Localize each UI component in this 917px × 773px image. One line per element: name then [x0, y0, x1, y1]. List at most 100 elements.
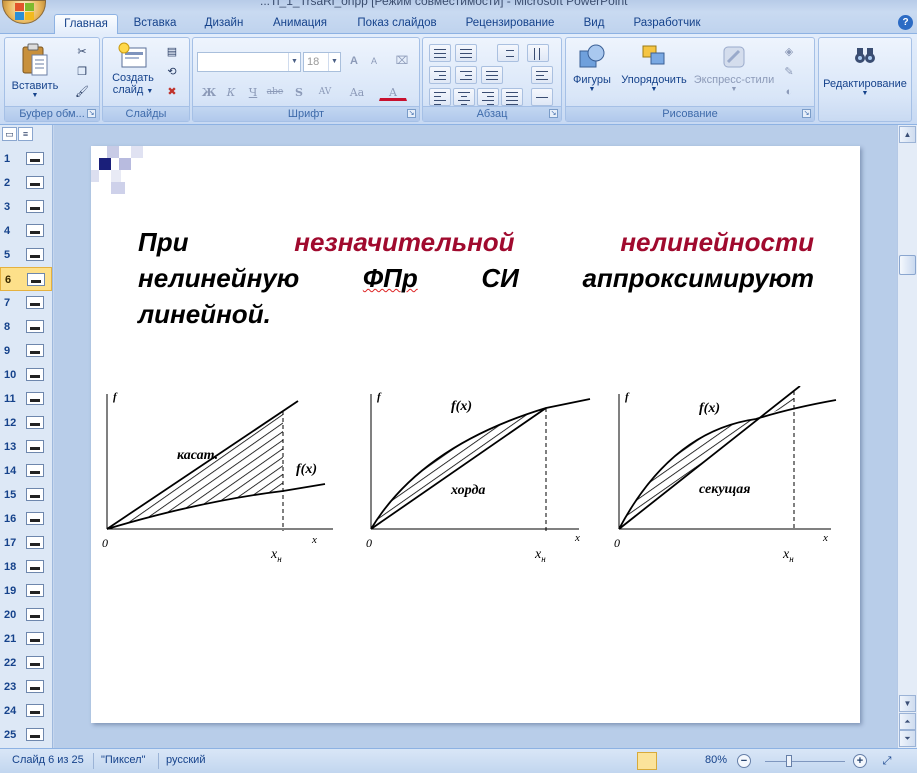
slide-thumbnail-item[interactable]: 23: [0, 675, 52, 699]
slide-thumbnail[interactable]: [26, 464, 44, 477]
slide-thumbnail[interactable]: [26, 224, 44, 237]
slide-thumbnail[interactable]: [26, 392, 44, 405]
editing-button[interactable]: Редактирование ▼: [821, 44, 909, 97]
justify-icon[interactable]: [501, 88, 523, 106]
slide-thumbnail[interactable]: [26, 152, 44, 165]
clipboard-launcher[interactable]: ↘: [87, 109, 96, 118]
increase-indent-icon[interactable]: [455, 66, 477, 84]
tab-insert[interactable]: Вставка: [124, 14, 186, 34]
tab-view[interactable]: Вид: [574, 14, 614, 34]
slide-thumbnail-item[interactable]: 12: [0, 411, 52, 435]
slide-thumbnail-item[interactable]: 7: [0, 291, 52, 315]
slide-thumbnail-item[interactable]: 17: [0, 531, 52, 555]
reset-slide-icon[interactable]: ⟲: [163, 64, 181, 80]
slide-thumbnail-item[interactable]: 9: [0, 339, 52, 363]
next-slide-icon[interactable]: ⏷: [899, 730, 916, 747]
format-painter-icon[interactable]: 🖌: [73, 84, 91, 100]
zoom-in-icon[interactable]: +: [853, 754, 867, 768]
paste-button[interactable]: Вставить ▼: [11, 42, 59, 99]
slide-thumbnail-item[interactable]: 4: [0, 219, 52, 243]
layout-icon[interactable]: ▤: [163, 44, 181, 60]
shape-effects-icon[interactable]: ◐: [780, 84, 798, 100]
numbering-icon[interactable]: [455, 44, 477, 62]
bullets-icon[interactable]: [429, 44, 451, 62]
bold-button[interactable]: Ж: [199, 83, 219, 101]
slide-thumbnail-item[interactable]: 24: [0, 699, 52, 723]
slide-thumbnail-item[interactable]: 18: [0, 555, 52, 579]
new-slide-dropdown-icon[interactable]: ▼: [146, 88, 153, 95]
tab-developer[interactable]: Разработчик: [622, 14, 712, 34]
paragraph-launcher[interactable]: ↘: [549, 109, 558, 118]
status-language[interactable]: русский: [166, 754, 205, 766]
tab-animation[interactable]: Анимация: [262, 14, 338, 34]
slide-thumbnail[interactable]: [26, 704, 44, 717]
smartart-icon[interactable]: [531, 88, 553, 106]
slide-thumbnail[interactable]: [26, 320, 44, 333]
slide-canvas[interactable]: При незначительной нелинейности нелинейн…: [91, 146, 860, 723]
slide-thumbnail-item[interactable]: 22: [0, 651, 52, 675]
zoom-slider-track[interactable]: [765, 761, 845, 762]
slide-thumbnail-item[interactable]: 8: [0, 315, 52, 339]
line-spacing-icon[interactable]: [497, 44, 519, 62]
font-size-combo[interactable]: 18 ▼: [303, 52, 341, 72]
decrease-indent-icon[interactable]: [429, 66, 451, 84]
cut-icon[interactable]: ✂: [73, 44, 91, 60]
font-color-button[interactable]: A: [379, 83, 407, 101]
tab-review[interactable]: Рецензирование: [454, 14, 566, 34]
font-launcher[interactable]: ↘: [407, 109, 416, 118]
slide-thumbnail[interactable]: [26, 200, 44, 213]
slide-thumbnail-item[interactable]: 13: [0, 435, 52, 459]
zoom-level[interactable]: 80%: [705, 754, 727, 766]
slide-thumbnail[interactable]: [26, 512, 44, 525]
slide-thumbnail[interactable]: [27, 273, 45, 286]
shape-fill-icon[interactable]: ◈: [780, 44, 798, 60]
copy-icon[interactable]: ❐: [73, 64, 91, 80]
slides-tab-icon[interactable]: ▭: [2, 127, 17, 141]
shape-outline-icon[interactable]: ✎: [780, 64, 798, 80]
slide-thumbnail-item[interactable]: 21: [0, 627, 52, 651]
normal-view-icon[interactable]: [637, 752, 657, 770]
outline-tab-icon[interactable]: ≡: [18, 127, 33, 141]
italic-button[interactable]: К: [221, 83, 241, 101]
align-left-icon[interactable]: [429, 88, 451, 106]
align-right-icon[interactable]: [477, 88, 499, 106]
slide-thumbnail-item[interactable]: 1: [0, 147, 52, 171]
slide-thumbnail-item[interactable]: 16: [0, 507, 52, 531]
vertical-scrollbar[interactable]: ▲ ▼ ⏶ ⏷: [897, 125, 917, 748]
strikethrough-button[interactable]: abe: [265, 83, 285, 101]
slide-thumbnail-item[interactable]: 3: [0, 195, 52, 219]
slide-thumbnail[interactable]: [26, 440, 44, 453]
underline-button[interactable]: Ч: [243, 83, 263, 101]
slide-thumbnail[interactable]: [26, 632, 44, 645]
arrange-button[interactable]: Упорядочить ▼: [616, 42, 692, 93]
slide-thumbnail-item[interactable]: 11: [0, 387, 52, 411]
slide-thumbnail[interactable]: [26, 368, 44, 381]
slide-text-body[interactable]: При незначительной нелинейности нелинейн…: [138, 224, 814, 332]
paste-dropdown-icon[interactable]: ▼: [11, 92, 59, 99]
tab-home[interactable]: Главная: [54, 14, 118, 34]
quick-styles-button[interactable]: Экспресс-стили ▼: [692, 42, 776, 93]
previous-slide-icon[interactable]: ⏶: [899, 713, 916, 730]
delete-slide-icon[interactable]: ✖: [163, 84, 181, 100]
shadow-button[interactable]: S: [289, 83, 309, 101]
slide-thumbnail[interactable]: [26, 176, 44, 189]
slide-thumbnail[interactable]: [26, 296, 44, 309]
zoom-slider-thumb[interactable]: [786, 755, 792, 767]
slide-thumbnail-item[interactable]: 19: [0, 579, 52, 603]
align-center-icon[interactable]: [453, 88, 475, 106]
slide-thumbnail[interactable]: [26, 560, 44, 573]
font-name-combo[interactable]: ▼: [197, 52, 301, 72]
tab-design[interactable]: Дизайн: [194, 14, 254, 34]
slide-thumbnail-item[interactable]: 15: [0, 483, 52, 507]
text-direction-icon[interactable]: [481, 66, 503, 84]
change-case-button[interactable]: Aa: [343, 83, 371, 101]
slide-thumbnail[interactable]: [26, 416, 44, 429]
clear-formatting-icon[interactable]: ⌧: [393, 53, 411, 69]
slide-thumbnail[interactable]: [26, 536, 44, 549]
slide-thumbnail-item[interactable]: 14: [0, 459, 52, 483]
slide-thumbnail[interactable]: [26, 728, 44, 741]
slide-thumbnail-item[interactable]: 25: [0, 723, 52, 747]
grow-font-icon[interactable]: A: [345, 53, 363, 69]
slide-thumbnail-item[interactable]: 5: [0, 243, 52, 267]
help-icon[interactable]: ?: [898, 15, 913, 30]
